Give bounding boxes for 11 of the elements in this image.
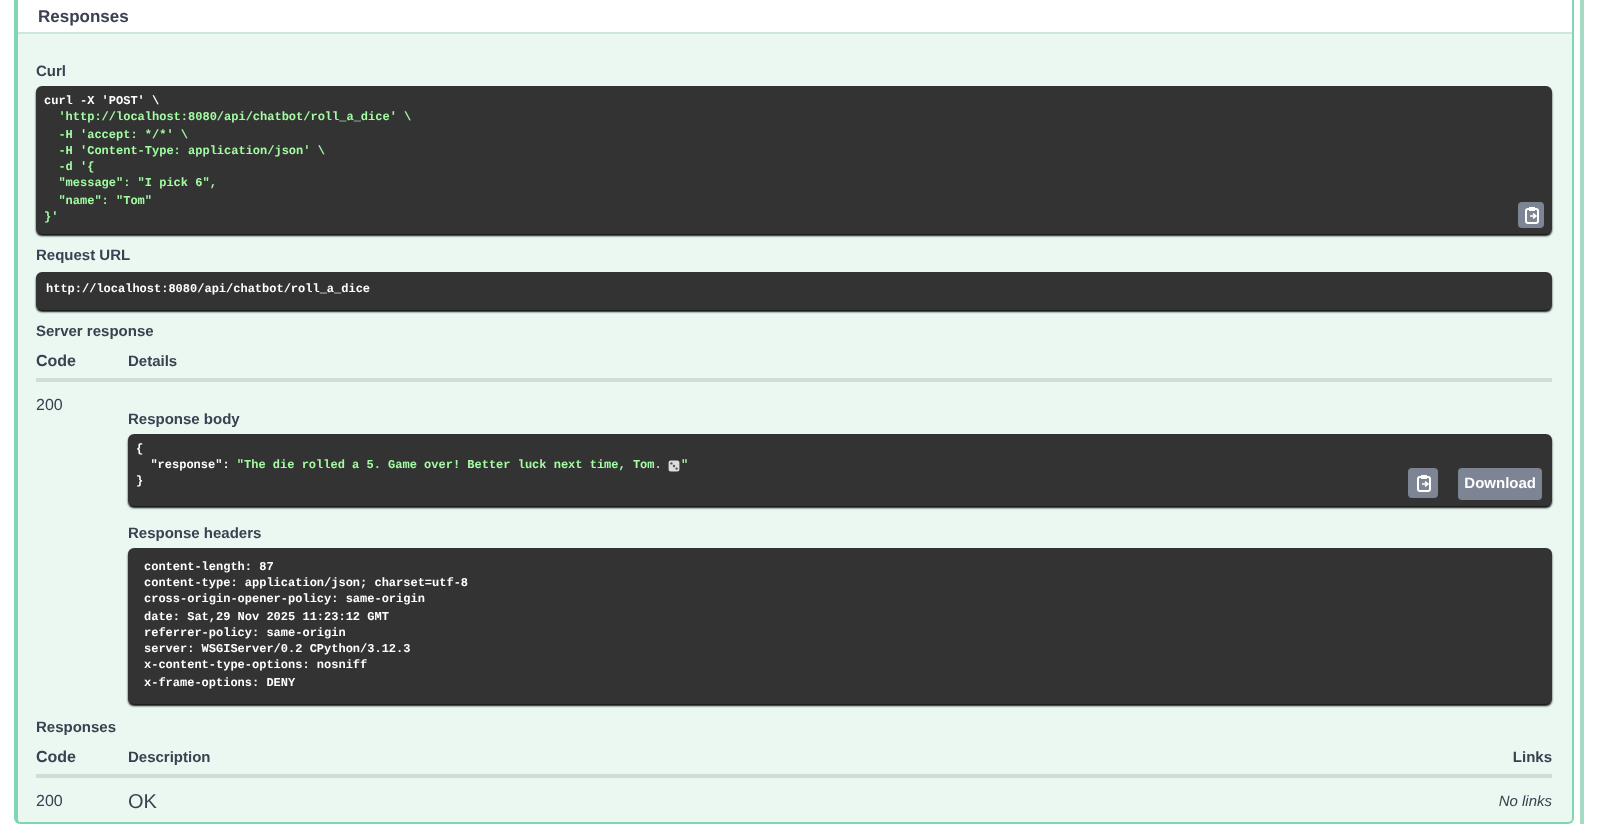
- response-description: OK: [128, 792, 159, 814]
- copy-button[interactable]: [1408, 467, 1438, 498]
- clipboard-icon: [1415, 473, 1431, 492]
- section-title: Responses: [38, 5, 129, 26]
- column-header: Code: [36, 748, 78, 766]
- copy-button[interactable]: [1518, 202, 1544, 229]
- dice-icon: [668, 460, 681, 473]
- clipboard-icon: [1523, 206, 1539, 225]
- status-code: 200: [36, 395, 65, 418]
- status-code: 200: [36, 792, 65, 814]
- column-header: Code: [36, 351, 78, 370]
